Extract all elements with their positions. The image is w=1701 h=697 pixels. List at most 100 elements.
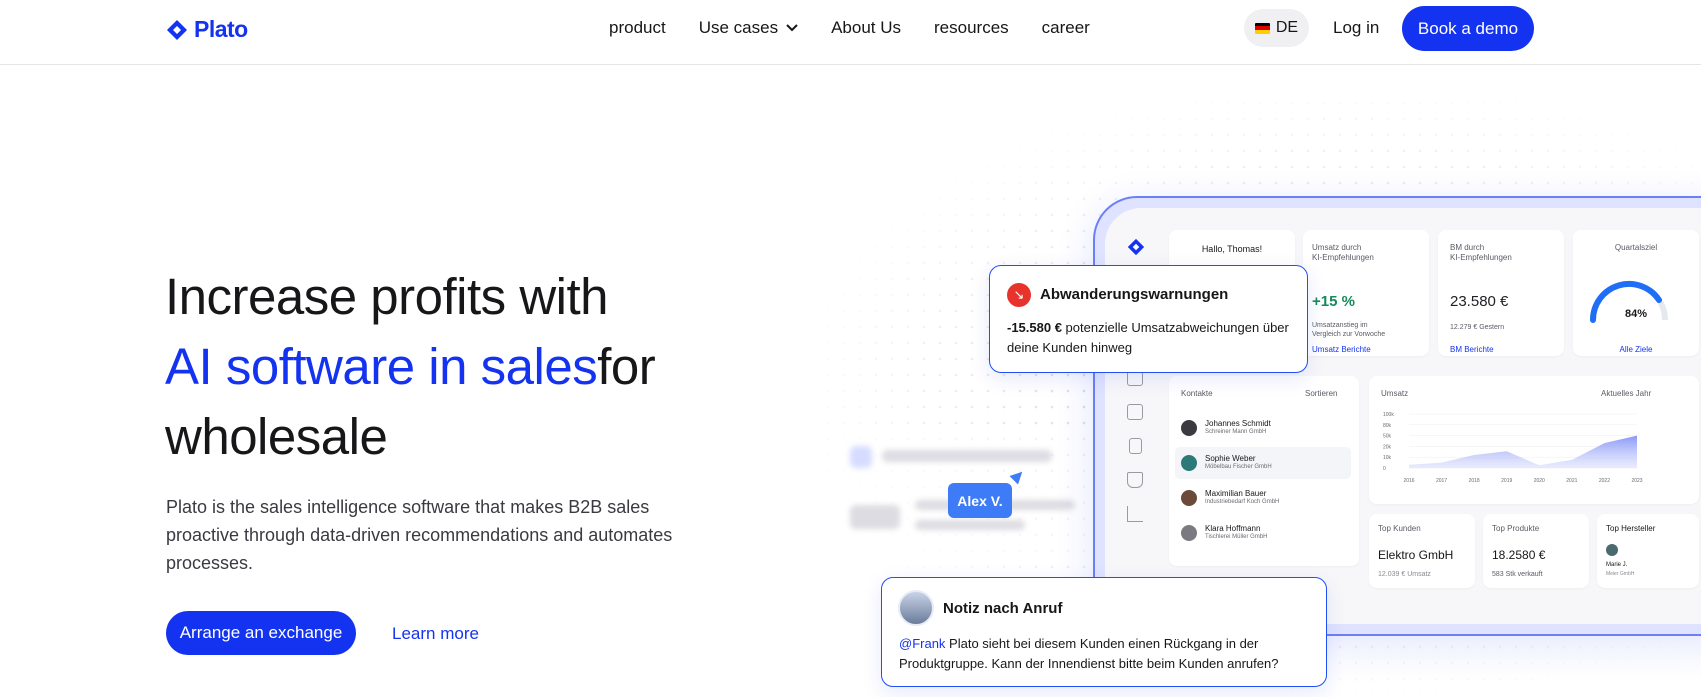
note-text: @Frank Plato sieht bei diesem Kunden ein… xyxy=(899,634,1319,674)
document-icon[interactable] xyxy=(1129,438,1142,454)
dashboard-mockup: Hallo, Thomas! Umsatz durch KI-Empfehlung… xyxy=(1093,196,1701,636)
store-icon[interactable] xyxy=(1127,404,1143,420)
revenue-card: Umsatz Aktuelles Jahr 100k 80k 50k 20k 10k 0 2… xyxy=(1369,376,1699,504)
contact-row[interactable]: Sophie Weber Möbelbau Fischer GmbH xyxy=(1175,447,1351,479)
revenue-period[interactable]: Aktuelles Jahr xyxy=(1601,389,1651,399)
plato-logo[interactable]: Plato xyxy=(166,16,248,43)
avatar xyxy=(1181,490,1197,506)
warning-text: -15.580 € potenzielle Umsatzabweichungen… xyxy=(1007,318,1297,358)
hero-title-line3: wholesale xyxy=(165,408,388,465)
contacts-card: Kontakte Sortieren Johannes Schmidt Schre… xyxy=(1169,376,1359,566)
card-desc: 12.039 € Umsatz xyxy=(1378,571,1431,578)
contact-name: Klara Hoffmann xyxy=(1205,524,1261,533)
contact-name: Sophie Weber xyxy=(1205,454,1256,463)
x-tick-label: 2021 xyxy=(1566,478,1577,484)
churn-warning-card[interactable]: ↘ Abwanderungswarnungen -15.580 € potenz… xyxy=(989,265,1308,373)
warning-amount: -15.580 € xyxy=(1007,320,1062,335)
kpi-title: BM durch KI-Empfehlungen xyxy=(1450,243,1512,262)
card-desc: 583 Stk verkauft xyxy=(1492,571,1543,578)
kpi-title: Quartalsziel xyxy=(1614,243,1658,252)
x-tick-label: 2016 xyxy=(1403,478,1414,484)
cart-icon[interactable] xyxy=(1127,472,1143,488)
chart-icon[interactable] xyxy=(1127,506,1143,522)
german-flag-icon xyxy=(1254,22,1270,34)
kpi-value: 23.580 € xyxy=(1450,293,1509,310)
hero-title-highlight: AI software in sales xyxy=(165,338,598,395)
revenue-area-series xyxy=(1409,435,1637,468)
revenue-title: Umsatz xyxy=(1381,389,1409,398)
contact-name: Maximilian Bauer xyxy=(1205,489,1267,498)
revenue-chart: 100k 80k 50k 20k 10k 0 2016 2017 2018 2019 2020 202… xyxy=(1383,412,1643,484)
x-tick-label: 2020 xyxy=(1534,478,1545,484)
nav-about-us[interactable]: About Us xyxy=(831,18,901,38)
kpi-title: Umsatz durch KI-Empfehlungen xyxy=(1312,243,1374,262)
hero-subtitle: Plato is the sales intelligence software… xyxy=(166,497,673,573)
kpi-link[interactable]: Alle Ziele xyxy=(1573,345,1699,354)
plato-logo-icon xyxy=(167,19,187,40)
nav-resources[interactable]: resources xyxy=(934,18,1009,38)
avatar xyxy=(1181,420,1197,436)
nav-use-cases[interactable]: Use cases xyxy=(699,18,798,38)
contact-name: Johannes Schmidt xyxy=(1205,419,1271,428)
contact-row[interactable]: Maximilian Bauer Industriebedarf Koch Gmb… xyxy=(1175,482,1351,514)
language-switcher[interactable]: DE xyxy=(1244,9,1309,47)
arrange-exchange-button[interactable]: Arrange an exchange xyxy=(166,611,356,655)
plato-logo-icon xyxy=(1127,238,1145,256)
login-link[interactable]: Log in xyxy=(1333,18,1379,38)
learn-more-link[interactable]: Learn more xyxy=(392,624,479,644)
chevron-down-icon xyxy=(786,24,798,32)
avatar xyxy=(1181,525,1197,541)
contact-row[interactable]: Johannes Schmidt Schreiner Mann GmbH xyxy=(1175,412,1351,444)
y-tick-label: 0 xyxy=(1383,466,1386,472)
y-tick-label: 50k xyxy=(1383,434,1392,440)
top-navigation: Plato product Use cases About Us resourc… xyxy=(0,0,1701,65)
x-tick-label: 2019 xyxy=(1501,478,1512,484)
contacts-sort[interactable]: Sortieren xyxy=(1305,389,1337,399)
top-makers-card: Top Hersteller Marie J. Meier GmbH xyxy=(1597,514,1699,588)
card-value: Elektro GmbH xyxy=(1378,548,1454,562)
nav-product[interactable]: product xyxy=(609,18,666,38)
contact-company: Möbelbau Fischer GmbH xyxy=(1205,464,1272,470)
nav-links: product Use cases About Us resources car… xyxy=(609,0,1090,56)
trend-down-icon: ↘ xyxy=(1007,283,1031,307)
kpi-link[interactable]: Umsatz Berichte xyxy=(1312,345,1371,354)
kpi-link[interactable]: BM Berichte xyxy=(1450,345,1494,354)
kpi-value: 84% xyxy=(1624,308,1648,320)
x-tick-label: 2022 xyxy=(1599,478,1610,484)
contact-company: Industriebedarf Koch GmbH xyxy=(1205,499,1280,505)
y-tick-label: 80k xyxy=(1383,423,1392,429)
card-value: 18.2580 € xyxy=(1492,548,1546,562)
kpi-desc: Umsatzanstieg im Vergleich zur Vorwoche xyxy=(1312,322,1386,338)
brand-name: Plato xyxy=(194,16,248,42)
x-tick-label: 2017 xyxy=(1436,478,1447,484)
note-mention[interactable]: @Frank xyxy=(899,636,945,651)
hero-title-line1: Increase profits with xyxy=(165,268,609,325)
x-tick-label: 2018 xyxy=(1469,478,1480,484)
book-demo-button[interactable]: Book a demo xyxy=(1402,6,1534,51)
note-title: Notiz nach Anruf xyxy=(943,600,1063,617)
contact-company: Schreiner Mann GmbH xyxy=(1205,429,1267,435)
contacts-title: Kontakte xyxy=(1181,389,1213,398)
quarter-goal-card: Quartalsziel 84% Alle Ziele xyxy=(1573,230,1699,356)
kpi-desc: 12.279 € Gestern xyxy=(1450,324,1505,331)
page: Plato product Use cases About Us resourc… xyxy=(0,0,1701,697)
hero-title: Increase profits with AI software in sal… xyxy=(165,262,725,472)
top-customers-card: Top Kunden Elektro GmbH 12.039 € Umsatz xyxy=(1369,514,1475,588)
call-note-card[interactable]: Notiz nach Anruf @Frank Plato sieht bei … xyxy=(881,577,1327,687)
greeting-text: Hallo, Thomas! xyxy=(1201,244,1263,254)
contact-row[interactable]: Klara Hoffmann Tischlerei Müller GmbH xyxy=(1175,517,1351,549)
maker-company: Meier GmbH xyxy=(1606,571,1635,577)
avatar xyxy=(1606,544,1618,556)
top-products-card: Top Produkte 18.2580 € 583 Stk verkauft xyxy=(1483,514,1589,588)
kpi-margin-card: BM durch KI-Empfehlungen 23.580 € 12.279 … xyxy=(1438,230,1564,356)
collaborator-cursor-label: Alex V. xyxy=(948,483,1012,518)
avatar xyxy=(1181,455,1197,471)
kpi-value: +15 % xyxy=(1312,293,1355,310)
y-tick-label: 100k xyxy=(1383,412,1394,418)
hero-title-rest: for xyxy=(597,338,656,395)
avatar xyxy=(898,590,934,626)
warning-title: Abwanderungswarnungen xyxy=(1040,286,1229,303)
nav-career[interactable]: career xyxy=(1042,18,1090,38)
card-title: Top Produkte xyxy=(1492,524,1540,533)
language-label: DE xyxy=(1275,19,1299,36)
